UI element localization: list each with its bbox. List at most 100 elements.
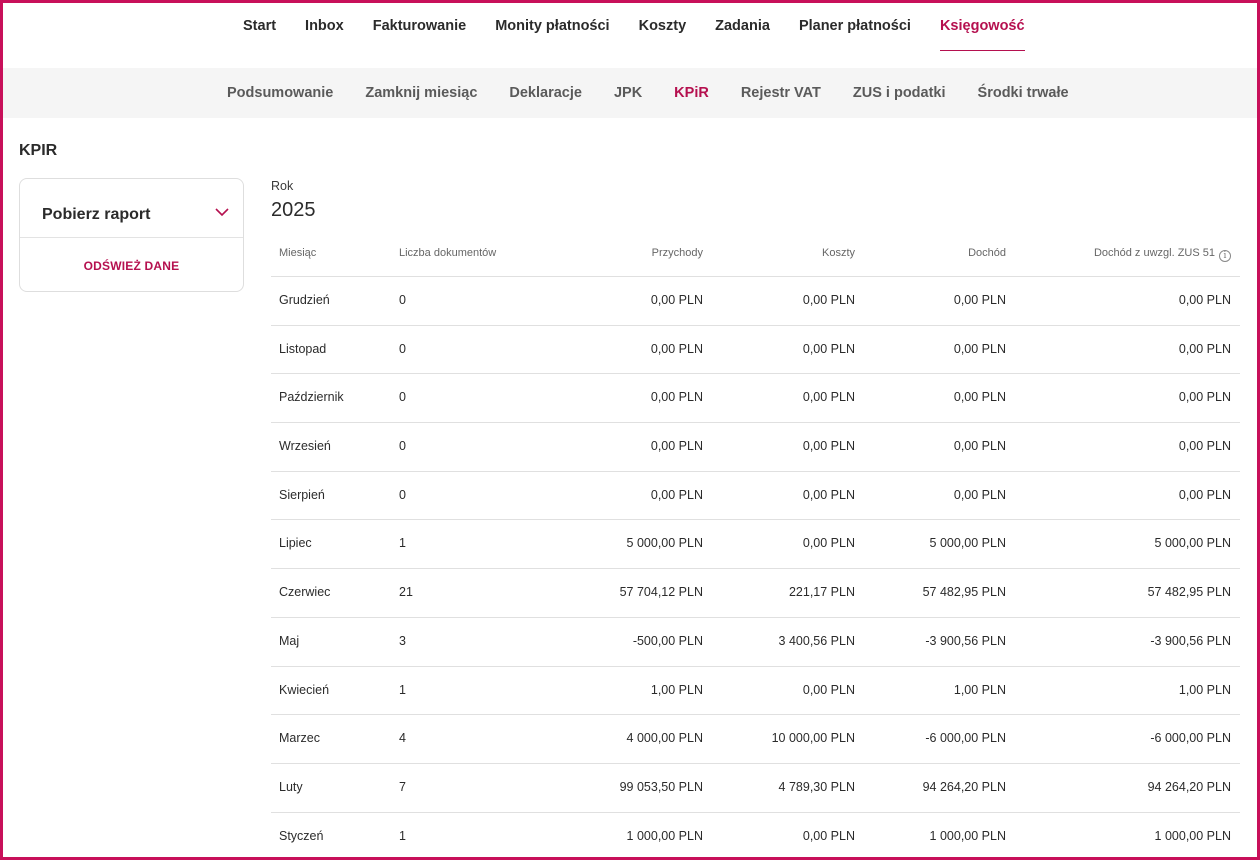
subnav-item-kpir[interactable]: KPiR [674,68,709,118]
nav-item-zadania[interactable]: Zadania [715,3,770,51]
subnav-item-podsumowanie[interactable]: Podsumowanie [227,68,333,118]
cell-income-zus: -3 900,56 PLN [1150,633,1231,648]
cell-income-zus: 0,00 PLN [1178,341,1231,356]
subnav-item-rejestr-vat[interactable]: Rejestr VAT [741,68,821,118]
cell-costs: 0,00 PLN [802,682,855,697]
subnav-item-jpk[interactable]: JPK [614,68,642,118]
cell-document-count: 21 [399,585,413,600]
cell-revenue: 1 000,00 PLN [626,828,703,843]
subnav-item-zus-i-podatki[interactable]: ZUS i podatki [853,68,946,118]
cell-revenue: 99 053,50 PLN [619,779,703,794]
cell-costs: 0,00 PLN [802,439,855,454]
cell-revenue: 0,00 PLN [650,487,703,502]
subnav-item-srodki-trwale[interactable]: Środki trwałe [978,68,1069,118]
cell-document-count: 0 [399,390,406,405]
sub-nav-list: Podsumowanie Zamknij miesiąc Deklaracje JPK… [227,68,1101,118]
cell-income: 1,00 PLN [953,682,1006,697]
table-row[interactable]: Czerwiec 21 57 704,12 PLN 221,17 PLN 57 482,… [271,569,1240,618]
cell-income: -3 900,56 PLN [925,633,1006,648]
header-income-zus-label: Dochód z uwzgl. ZUS 51 [1093,247,1215,259]
cell-document-count: 1 [399,682,406,697]
nav-item-fakturowanie[interactable]: Fakturowanie [373,3,466,51]
cell-income: 57 482,95 PLN [922,585,1006,600]
cell-costs: 0,00 PLN [802,536,855,551]
nav-item-ksiegowosc[interactable]: Księgowość [939,3,1025,51]
cell-income: 0,00 PLN [953,341,1006,356]
table-row[interactable]: Styczeń 1 1 000,00 PLN 0,00 PLN 1 000,00 PLN… [271,813,1240,860]
cell-month: Październik [279,390,344,405]
cell-month: Wrzesień [279,439,331,454]
cell-income-zus: 94 264,20 PLN [1147,779,1231,794]
table-row[interactable]: Kwiecień 1 1,00 PLN 0,00 PLN 1,00 PLN 1,00 PL… [271,667,1240,716]
cell-month: Maj [279,633,300,648]
chevron-down-icon [215,208,229,217]
cell-document-count: 0 [399,439,406,454]
table-row[interactable]: Sierpień 0 0,00 PLN 0,00 PLN 0,00 PLN 0,00 PL… [271,472,1240,521]
cell-revenue: 1,00 PLN [650,682,703,697]
nav-item-inbox[interactable]: Inbox [305,3,344,51]
page-title: KPIR [19,142,58,159]
cell-revenue: 0,00 PLN [650,341,703,356]
header-costs: Koszty [821,247,855,259]
cell-costs: 0,00 PLN [802,390,855,405]
table-row[interactable]: Marzec 4 4 000,00 PLN 10 000,00 PLN -6 000,0… [271,715,1240,764]
cell-income-zus: 1 000,00 PLN [1154,828,1231,843]
cell-costs: 221,17 PLN [788,585,855,600]
cell-revenue: 0,00 PLN [650,390,703,405]
cell-income-zus: 5 000,00 PLN [1154,536,1231,551]
cell-document-count: 1 [399,828,406,843]
cell-income: 5 000,00 PLN [929,536,1006,551]
cell-document-count: 4 [399,731,406,746]
cell-income: 0,00 PLN [953,390,1006,405]
refresh-data-button[interactable]: ODŚWIEŻ DANE [20,259,243,273]
table-row[interactable]: Maj 3 -500,00 PLN 3 400,56 PLN -3 900,56 PLN… [271,618,1240,667]
subnav-item-zamknij-miesiac[interactable]: Zamknij miesiąc [365,68,477,118]
cell-month: Lipiec [279,536,312,551]
table-row[interactable]: Luty 7 99 053,50 PLN 4 789,30 PLN 94 264,20 … [271,764,1240,813]
cell-revenue: 5 000,00 PLN [626,536,703,551]
nav-item-planer-platnosci[interactable]: Planer płatności [799,3,911,51]
cell-income-zus: 1,00 PLN [1178,682,1231,697]
table-header: Miesiąc Liczba dokumentów Przychody Kosz… [271,229,1240,277]
table-row[interactable]: Grudzień 0 0,00 PLN 0,00 PLN 0,00 PLN 0,00 PL… [271,277,1240,326]
cell-document-count: 0 [399,341,406,356]
year-value[interactable]: 2025 [271,199,316,222]
cell-month: Styczeń [279,828,324,843]
cell-income: 0,00 PLN [953,439,1006,454]
info-icon[interactable]: i [1219,250,1231,262]
cell-costs: 0,00 PLN [802,828,855,843]
cell-income-zus: 0,00 PLN [1178,487,1231,502]
cell-income-zus: -6 000,00 PLN [1150,731,1231,746]
table-row[interactable]: Lipiec 1 5 000,00 PLN 0,00 PLN 5 000,00 PLN 5… [271,520,1240,570]
cell-costs: 4 789,30 PLN [778,779,855,794]
cell-revenue: 0,00 PLN [650,293,703,307]
cell-costs: 3 400,56 PLN [778,633,855,648]
nav-item-monity-platnosci[interactable]: Monity płatności [495,3,609,51]
table-row[interactable]: Listopad 0 0,00 PLN 0,00 PLN 0,00 PLN 0,00 PL… [271,326,1240,375]
table-body: Grudzień 0 0,00 PLN 0,00 PLN 0,00 PLN 0,00 PL… [271,277,1240,860]
table-row[interactable]: Wrzesień 0 0,00 PLN 0,00 PLN 0,00 PLN 0,00 PL… [271,423,1240,472]
cell-month: Listopad [279,341,327,356]
nav-item-koszty[interactable]: Koszty [639,3,687,51]
cell-income-zus: 0,00 PLN [1178,390,1231,405]
top-nav-list: Start Inbox Fakturowanie Monity płatności Ko… [243,3,1054,67]
cell-income-zus: 0,00 PLN [1178,293,1231,307]
cell-document-count: 0 [399,293,406,307]
cell-revenue: 0,00 PLN [650,439,703,454]
header-month: Miesiąc [279,247,317,259]
table-row[interactable]: Październik 0 0,00 PLN 0,00 PLN 0,00 PLN 0,00… [271,374,1240,424]
cell-document-count: 7 [399,779,406,794]
nav-item-start[interactable]: Start [243,3,276,51]
cell-month: Kwiecień [279,682,330,697]
report-card: Pobierz raport ODŚWIEŻ DANE [19,178,244,292]
cell-month: Grudzień [279,293,330,307]
cell-income: -6 000,00 PLN [925,731,1006,746]
cell-costs: 0,00 PLN [802,293,855,307]
cell-document-count: 1 [399,536,406,551]
download-report-label: Pobierz raport [42,206,151,223]
cell-document-count: 3 [399,633,406,648]
cell-income: 1 000,00 PLN [929,828,1006,843]
download-report-dropdown[interactable]: Pobierz raport [20,179,243,238]
subnav-item-deklaracje[interactable]: Deklaracje [509,68,582,118]
header-income-zus: Dochód z uwzgl. ZUS 51 i [1094,247,1231,262]
